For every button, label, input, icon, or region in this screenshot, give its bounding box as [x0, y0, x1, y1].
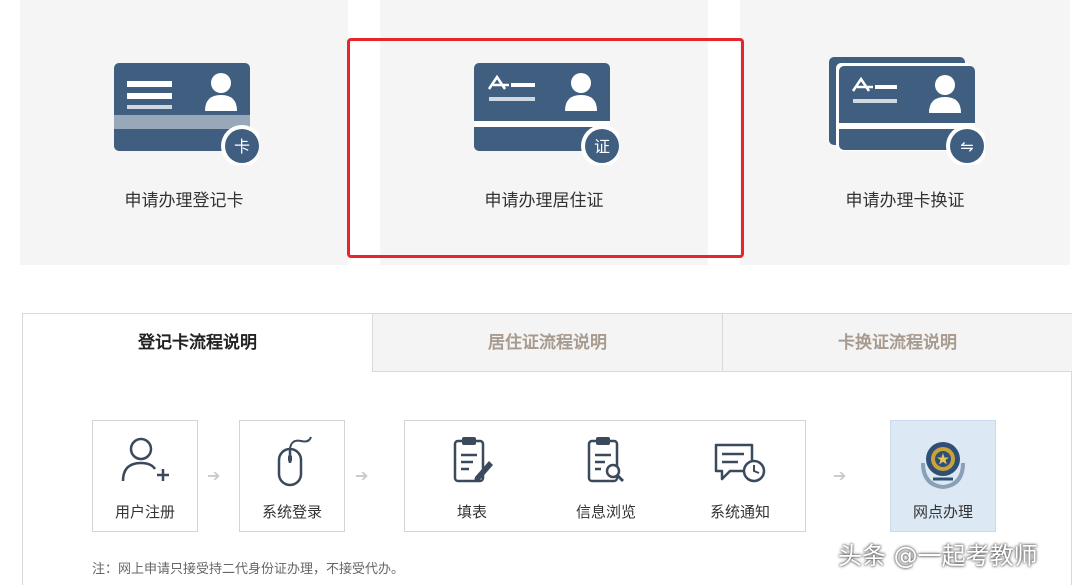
step-group-online: 填表 信息浏览 系统通知	[404, 420, 806, 532]
step-login: 系统登录	[239, 420, 345, 532]
step-system-notify: 系统通知	[673, 421, 807, 531]
card-badge: 证	[594, 137, 610, 156]
card-label: 申请办理卡换证	[845, 191, 965, 211]
card-card-to-permit[interactable]: ⇋ 申请办理卡换证	[740, 0, 1070, 265]
notice-text: 注：网上申请只接受持二代身份证办理，不接受代办。	[92, 562, 405, 577]
police-emblem-icon	[921, 442, 965, 490]
step-label: 系统通知	[709, 503, 770, 521]
tab-card-exchange-process[interactable]: 卡换证流程说明	[722, 314, 1072, 372]
step-office: 网点办理	[890, 420, 996, 532]
clipboard-search-icon	[587, 437, 625, 483]
arrow-right-icon: ➔	[833, 466, 847, 485]
tab-residence-permit-process[interactable]: 居住证流程说明	[372, 314, 722, 372]
clipboard-edit-icon	[453, 437, 493, 483]
arrow-right-icon: ➔	[207, 466, 221, 485]
step-register: 用户注册	[92, 420, 198, 532]
process-tabs: 登记卡流程说明 居住证流程说明 卡换证流程说明	[23, 314, 1072, 372]
card-residence-permit[interactable]: 证 申请办理居住证	[380, 0, 708, 265]
id-card-icon: 卡	[114, 63, 259, 165]
mouse-icon	[277, 436, 312, 487]
card-label: 申请办理居住证	[484, 191, 604, 211]
card-badge: ⇋	[960, 137, 973, 156]
residence-card-icon: 证	[474, 63, 619, 165]
card-register-card[interactable]: 卡 申请办理登记卡	[20, 0, 348, 265]
message-clock-icon	[714, 443, 766, 483]
step-label: 用户注册	[114, 503, 175, 521]
service-cards: 卡 申请办理登记卡 证 申请办理居住证 ⇋ 申请办理卡换证	[0, 0, 1080, 265]
step-label: 信息浏览	[575, 503, 636, 521]
step-label: 系统登录	[261, 503, 322, 521]
step-label: 填表	[456, 503, 487, 521]
step-browse-info: 信息浏览	[539, 421, 673, 531]
step-label: 网点办理	[912, 503, 973, 521]
tab-register-card-process[interactable]: 登记卡流程说明	[23, 314, 372, 372]
add-user-icon	[121, 437, 169, 482]
step-fill-form: 填表	[405, 421, 539, 531]
watermark: 头条 @一起考教师	[838, 542, 1038, 570]
card-badge: 卡	[234, 137, 250, 156]
card-exchange-icon: ⇋	[829, 57, 985, 165]
card-label: 申请办理登记卡	[124, 191, 244, 211]
arrow-right-icon: ➔	[355, 466, 369, 485]
